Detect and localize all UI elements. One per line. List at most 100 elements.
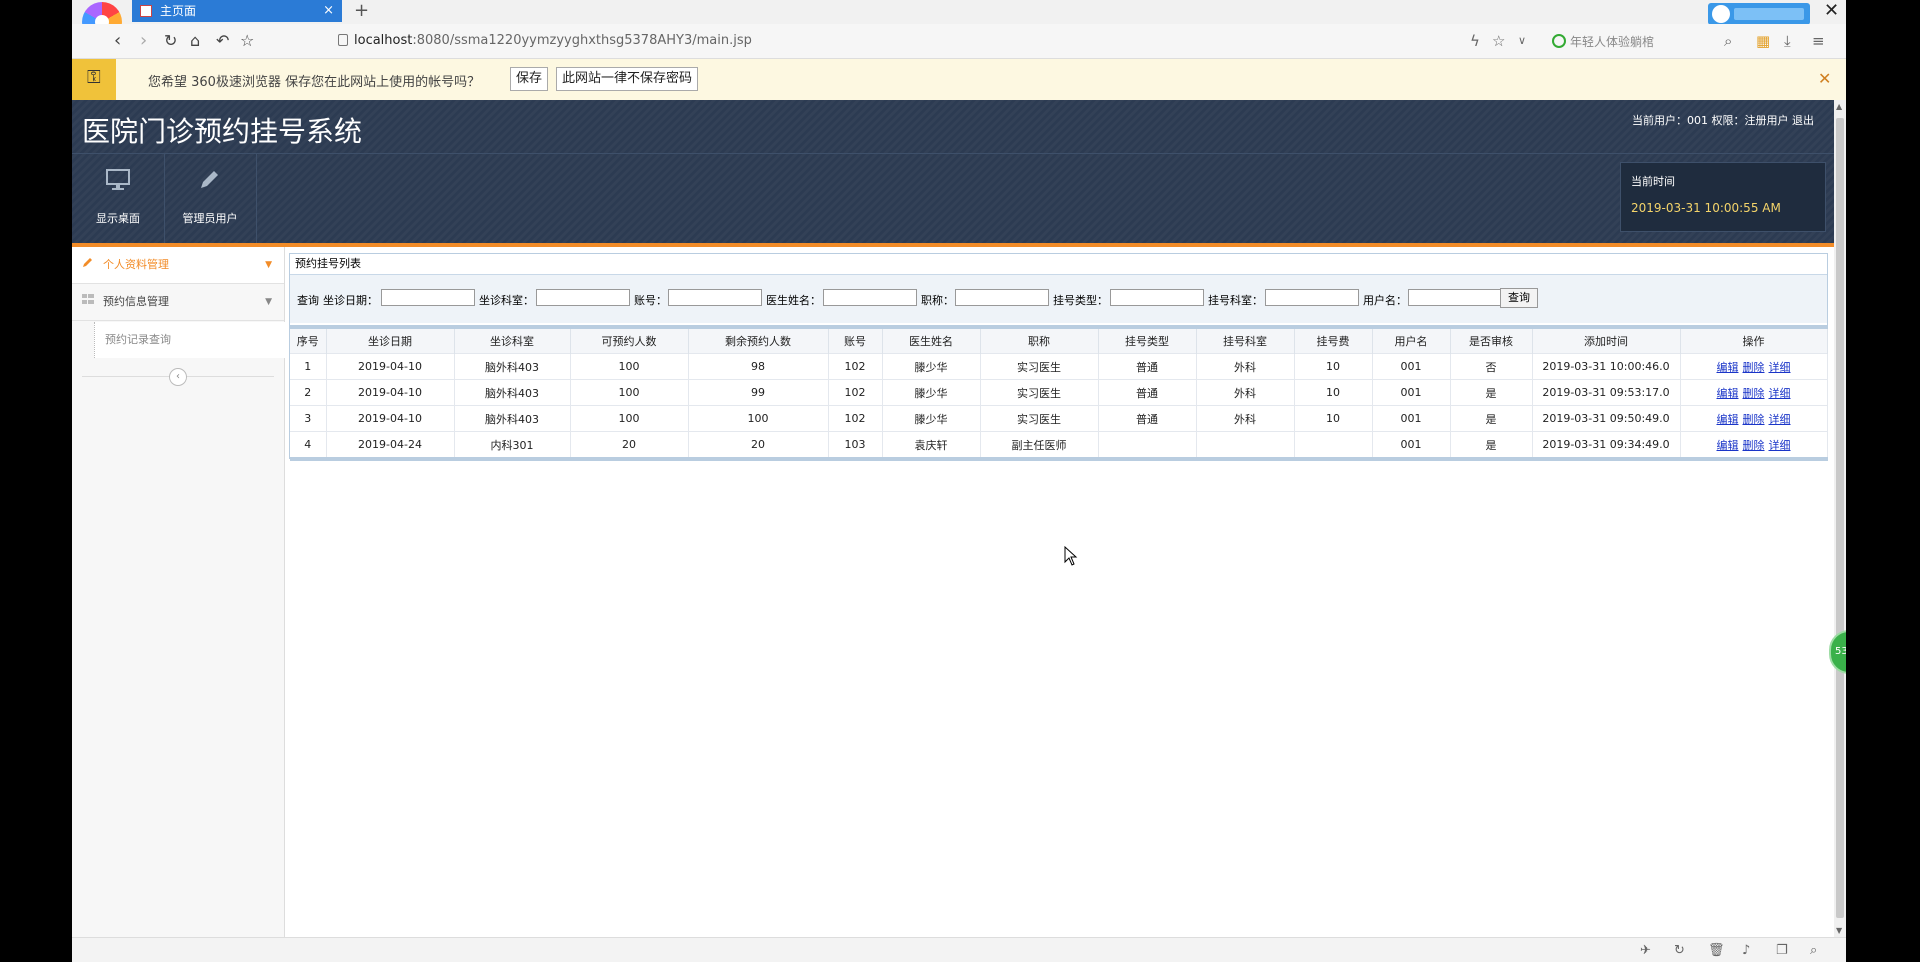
table-row: 3 2019-04-10 脑外科403 100 100 102 滕少华 实习医生… xyxy=(290,405,1828,432)
sidebar-item-label: 预约信息管理 xyxy=(103,295,169,308)
table-cell: 滕少华 xyxy=(882,379,981,406)
reg-dept-input[interactable] xyxy=(1265,289,1359,306)
monitor-icon xyxy=(72,168,164,198)
column-header: 坐诊日期 xyxy=(326,327,455,354)
menu-label: 显示桌面 xyxy=(96,212,140,225)
tab-close-icon[interactable]: × xyxy=(323,0,334,22)
detail-link[interactable]: 详细 xyxy=(1769,387,1791,400)
window-icon[interactable]: ❐ xyxy=(1776,943,1788,958)
column-header: 挂号科室 xyxy=(1196,327,1295,354)
column-header: 挂号类型 xyxy=(1098,327,1197,354)
sidebar-item-profile[interactable]: 个人资料管理 ▼ xyxy=(72,247,284,284)
download-icon[interactable]: ⤓ xyxy=(1784,32,1791,50)
zoom-icon[interactable]: ⌕ xyxy=(1810,943,1817,958)
table-cell: 是 xyxy=(1450,431,1533,459)
home-icon[interactable]: ⌂ xyxy=(190,30,200,52)
table-cell xyxy=(1098,431,1197,459)
search-icon[interactable]: ⌕ xyxy=(1724,32,1732,50)
query-label: 挂号类型： xyxy=(1053,294,1108,307)
sidebar-item-reservation[interactable]: 预约信息管理 ▼ xyxy=(72,284,284,321)
title-input[interactable] xyxy=(955,289,1049,306)
table-cell: 普通 xyxy=(1098,353,1197,380)
accelerate-icon[interactable]: ✈ xyxy=(1640,943,1651,958)
forward-icon[interactable]: › xyxy=(140,30,147,52)
menu-show-desktop[interactable]: 显示桌面 xyxy=(72,154,165,243)
tab-bar: 主页面 × + ✕ xyxy=(72,0,1846,42)
tab-main[interactable]: 主页面 × xyxy=(132,0,342,22)
scrollbar-thumb[interactable] xyxy=(1836,118,1844,918)
vertical-scrollbar[interactable]: ▲ ▼ xyxy=(1834,100,1846,937)
password-save-bar: ⚿ 您希望 360极速浏览器 保存您在此网站上使用的帐号吗？ 保存 此网站一律不… xyxy=(72,59,1846,101)
trash-icon[interactable]: 🗑 xyxy=(1708,943,1725,958)
actions-cell: 编辑 删除 详细 xyxy=(1680,379,1828,406)
menu-admin-user[interactable]: 管理员用户 xyxy=(164,154,257,243)
edit-link[interactable]: 编辑 xyxy=(1717,439,1739,452)
delete-link[interactable]: 删除 xyxy=(1743,413,1765,426)
lightning-icon[interactable]: ϟ xyxy=(1470,32,1480,50)
cloud-account-button[interactable] xyxy=(1708,3,1810,25)
edit-link[interactable]: 编辑 xyxy=(1717,413,1739,426)
edit-link[interactable]: 编辑 xyxy=(1717,361,1739,374)
reg-type-input[interactable] xyxy=(1110,289,1204,306)
never-save-password-button[interactable]: 此网站一律不保存密码 xyxy=(556,67,699,91)
table-cell: 实习医生 xyxy=(980,379,1099,406)
table-header-row: 序号 坐诊日期 坐诊科室 可预约人数 剩余预约人数 账号 医生姓名 职称 挂号类… xyxy=(290,327,1828,354)
favorite-star-icon[interactable]: ☆ xyxy=(1492,32,1505,50)
url-field[interactable]: localhost:8080/ssma1220yymzyyghxthsg5378… xyxy=(354,33,752,48)
password-bar-close-icon[interactable]: ✕ xyxy=(1818,69,1831,88)
column-header: 序号 xyxy=(290,327,327,354)
table-row: 2 2019-04-10 脑外科403 100 99 102 滕少华 实习医生 … xyxy=(290,379,1828,406)
collapse-sidebar-icon[interactable]: ‹ xyxy=(169,368,187,386)
new-tab-button[interactable]: + xyxy=(354,0,369,22)
table-cell: 1 xyxy=(290,353,327,380)
table-cell: 2019-04-24 xyxy=(326,431,455,459)
table-cell: 103 xyxy=(828,431,883,459)
account-input[interactable] xyxy=(668,289,762,306)
pencil-icon xyxy=(164,168,256,198)
apps-grid-icon[interactable]: ▦ xyxy=(1756,32,1770,50)
column-header: 添加时间 xyxy=(1532,327,1681,354)
window-close-button[interactable]: ✕ xyxy=(1824,0,1839,22)
query-label: 职称： xyxy=(921,294,954,307)
bookmark-star-icon[interactable]: ☆ xyxy=(240,30,254,52)
refresh-circle-icon[interactable]: ↻ xyxy=(1674,943,1685,958)
delete-link[interactable]: 删除 xyxy=(1743,387,1765,400)
user-info[interactable]: 当前用户：001 权限：注册用户 退出 xyxy=(1632,112,1814,128)
table-cell: 普通 xyxy=(1098,405,1197,432)
query-button[interactable]: 查询 xyxy=(1500,288,1538,308)
save-password-button[interactable]: 保存 xyxy=(510,67,549,91)
page-favicon-icon xyxy=(140,5,152,17)
table-cell: 内科301 xyxy=(454,431,571,459)
key-icon: ⚿ xyxy=(87,67,101,88)
floating-badge[interactable]: 53 xyxy=(1829,630,1846,674)
dropdown-chevron-icon[interactable]: ∨ xyxy=(1518,34,1526,47)
back-icon[interactable]: ‹ xyxy=(114,30,121,52)
detail-link[interactable]: 详细 xyxy=(1769,413,1791,426)
edit-link[interactable]: 编辑 xyxy=(1717,387,1739,400)
column-header: 可预约人数 xyxy=(570,327,689,354)
tab-title: 主页面 xyxy=(160,4,197,18)
browser-status-bar: ✈ ↻ 🗑 ♪ ❐ ⌕ xyxy=(72,937,1846,962)
column-header: 操作 xyxy=(1680,327,1828,354)
table-cell: 是 xyxy=(1450,379,1533,406)
undo-icon[interactable]: ↶ xyxy=(216,30,229,52)
sidebar-item-label: 个人资料管理 xyxy=(103,258,169,271)
table-cell: 2 xyxy=(290,379,327,406)
security-lock-icon[interactable] xyxy=(338,34,348,46)
delete-link[interactable]: 删除 xyxy=(1743,439,1765,452)
mute-icon[interactable]: ♪ xyxy=(1742,943,1750,958)
detail-link[interactable]: 详细 xyxy=(1769,361,1791,374)
search-suggestion[interactable]: 年轻人体验躺棺 xyxy=(1552,33,1654,50)
scroll-down-icon[interactable]: ▼ xyxy=(1836,926,1842,935)
doctor-name-input[interactable] xyxy=(823,289,917,306)
scroll-up-icon[interactable]: ▲ xyxy=(1836,102,1842,111)
detail-link[interactable]: 详细 xyxy=(1769,439,1791,452)
table-cell: 20 xyxy=(570,431,689,459)
username-input[interactable] xyxy=(1408,289,1502,306)
visit-date-input[interactable] xyxy=(381,289,475,306)
visit-dept-input[interactable] xyxy=(536,289,630,306)
sidebar-subitem-records[interactable]: 预约记录查询 xyxy=(94,322,285,358)
menu-icon[interactable]: ≡ xyxy=(1812,32,1825,50)
reload-icon[interactable]: ↻ xyxy=(164,30,177,52)
delete-link[interactable]: 删除 xyxy=(1743,361,1765,374)
